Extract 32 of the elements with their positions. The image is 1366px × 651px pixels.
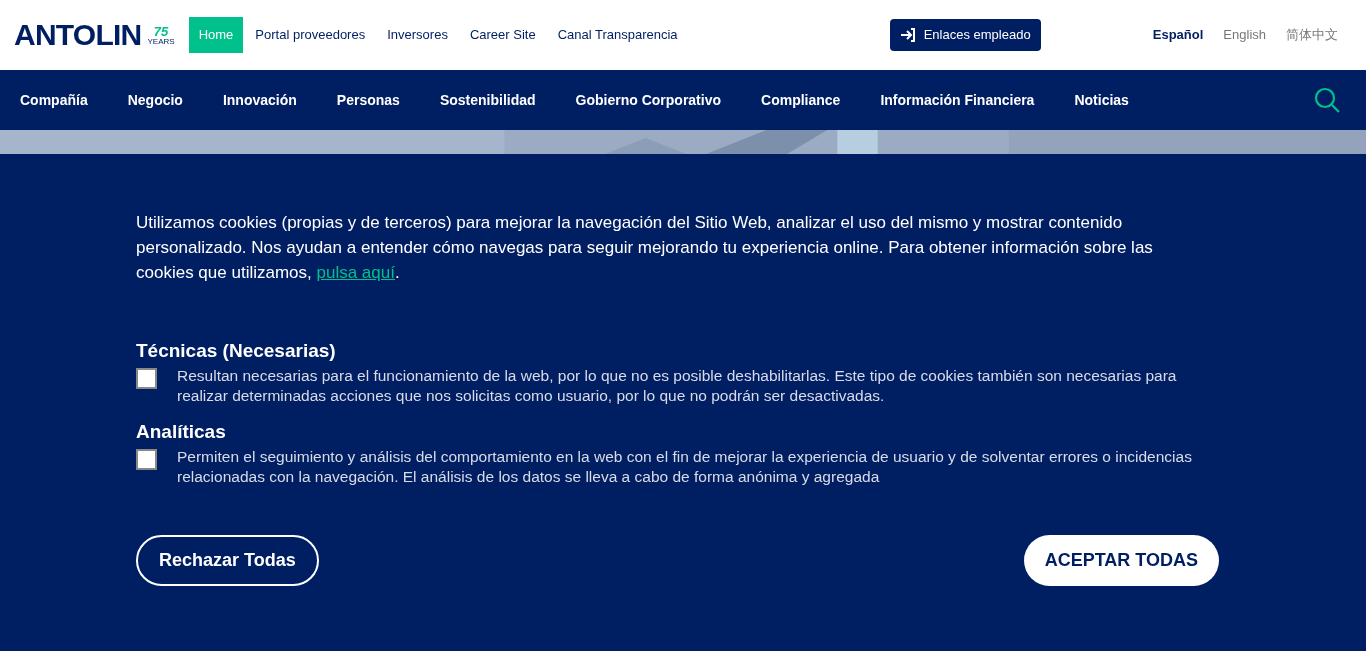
cookie-description: Utilizamos cookies (propias y de terceros) para mejorar la navegación del Sitio Web, analizar el uso del mismo y mostrar contenido personalizado. Nos ayudan a entender cómo navegas para seguir mejorando tu experiencia online. Para obtener información sobre las cookies que utilizamos, pulsa aquí. xyxy=(136,212,1154,284)
accept-all-button[interactable]: ACEPTAR TODAS xyxy=(1023,535,1219,586)
nav-item[interactable]: Gobierno Corporativo xyxy=(575,89,721,111)
search-icon[interactable] xyxy=(1314,87,1340,113)
top-link[interactable]: Portal proveedores xyxy=(245,17,376,53)
nav-item[interactable]: Innovación xyxy=(222,89,297,111)
cookie-policy-link[interactable]: pulsa aquí xyxy=(316,263,395,282)
login-icon xyxy=(899,27,916,43)
category-description: Resultan necesarias para el funcionamiento de la web, por lo que no es posible deshabilitarlas. Este tipo de cookies también son necesarias para realizar determinadas acciones que nos solicitas como usuario, por lo que no podrán ser desactivadas. xyxy=(177,366,1178,406)
category-title: Técnicas (Necesarias) xyxy=(136,339,337,363)
anniversary-number: 75 xyxy=(153,24,169,38)
nav-item[interactable]: Personas xyxy=(336,89,400,111)
logo-wordmark[interactable]: ANTOLIN xyxy=(14,20,142,50)
top-link[interactable]: Canal Transparencia xyxy=(547,17,688,53)
employee-links-button[interactable]: Enlaces empleado xyxy=(889,19,1041,51)
language-link[interactable]: English xyxy=(1223,25,1266,45)
language-link[interactable]: Español xyxy=(1152,25,1204,45)
nav-item[interactable]: Noticias xyxy=(1074,89,1129,111)
category-title: Analíticas xyxy=(136,420,227,444)
nav-item[interactable]: Compañía xyxy=(20,89,88,111)
category-description: Permiten el seguimiento y análisis del comportamiento en la web con el fin de mejorar la experiencia de usuario y de solventar errores o incidencias relacionadas con la navegación. El análisis de los datos se lleva a cabo de forma anónima y agregada xyxy=(177,447,1193,487)
reject-all-button[interactable]: Rechazar Todas xyxy=(136,535,319,586)
category-checkbox[interactable] xyxy=(136,449,157,470)
category-checkbox[interactable] xyxy=(136,368,157,389)
language-link[interactable]: 简体中文 xyxy=(1286,25,1338,45)
nav-item[interactable]: Negocio xyxy=(127,89,183,111)
nav-item[interactable]: Sostenibilidad xyxy=(439,89,536,111)
top-link[interactable]: Inversores xyxy=(377,17,458,53)
nav-item[interactable]: Compliance xyxy=(761,89,841,111)
top-link[interactable]: Career Site xyxy=(459,17,546,53)
nav-item[interactable]: Información Financiera xyxy=(880,89,1035,111)
anniversary-caption: YEARS xyxy=(147,37,175,46)
